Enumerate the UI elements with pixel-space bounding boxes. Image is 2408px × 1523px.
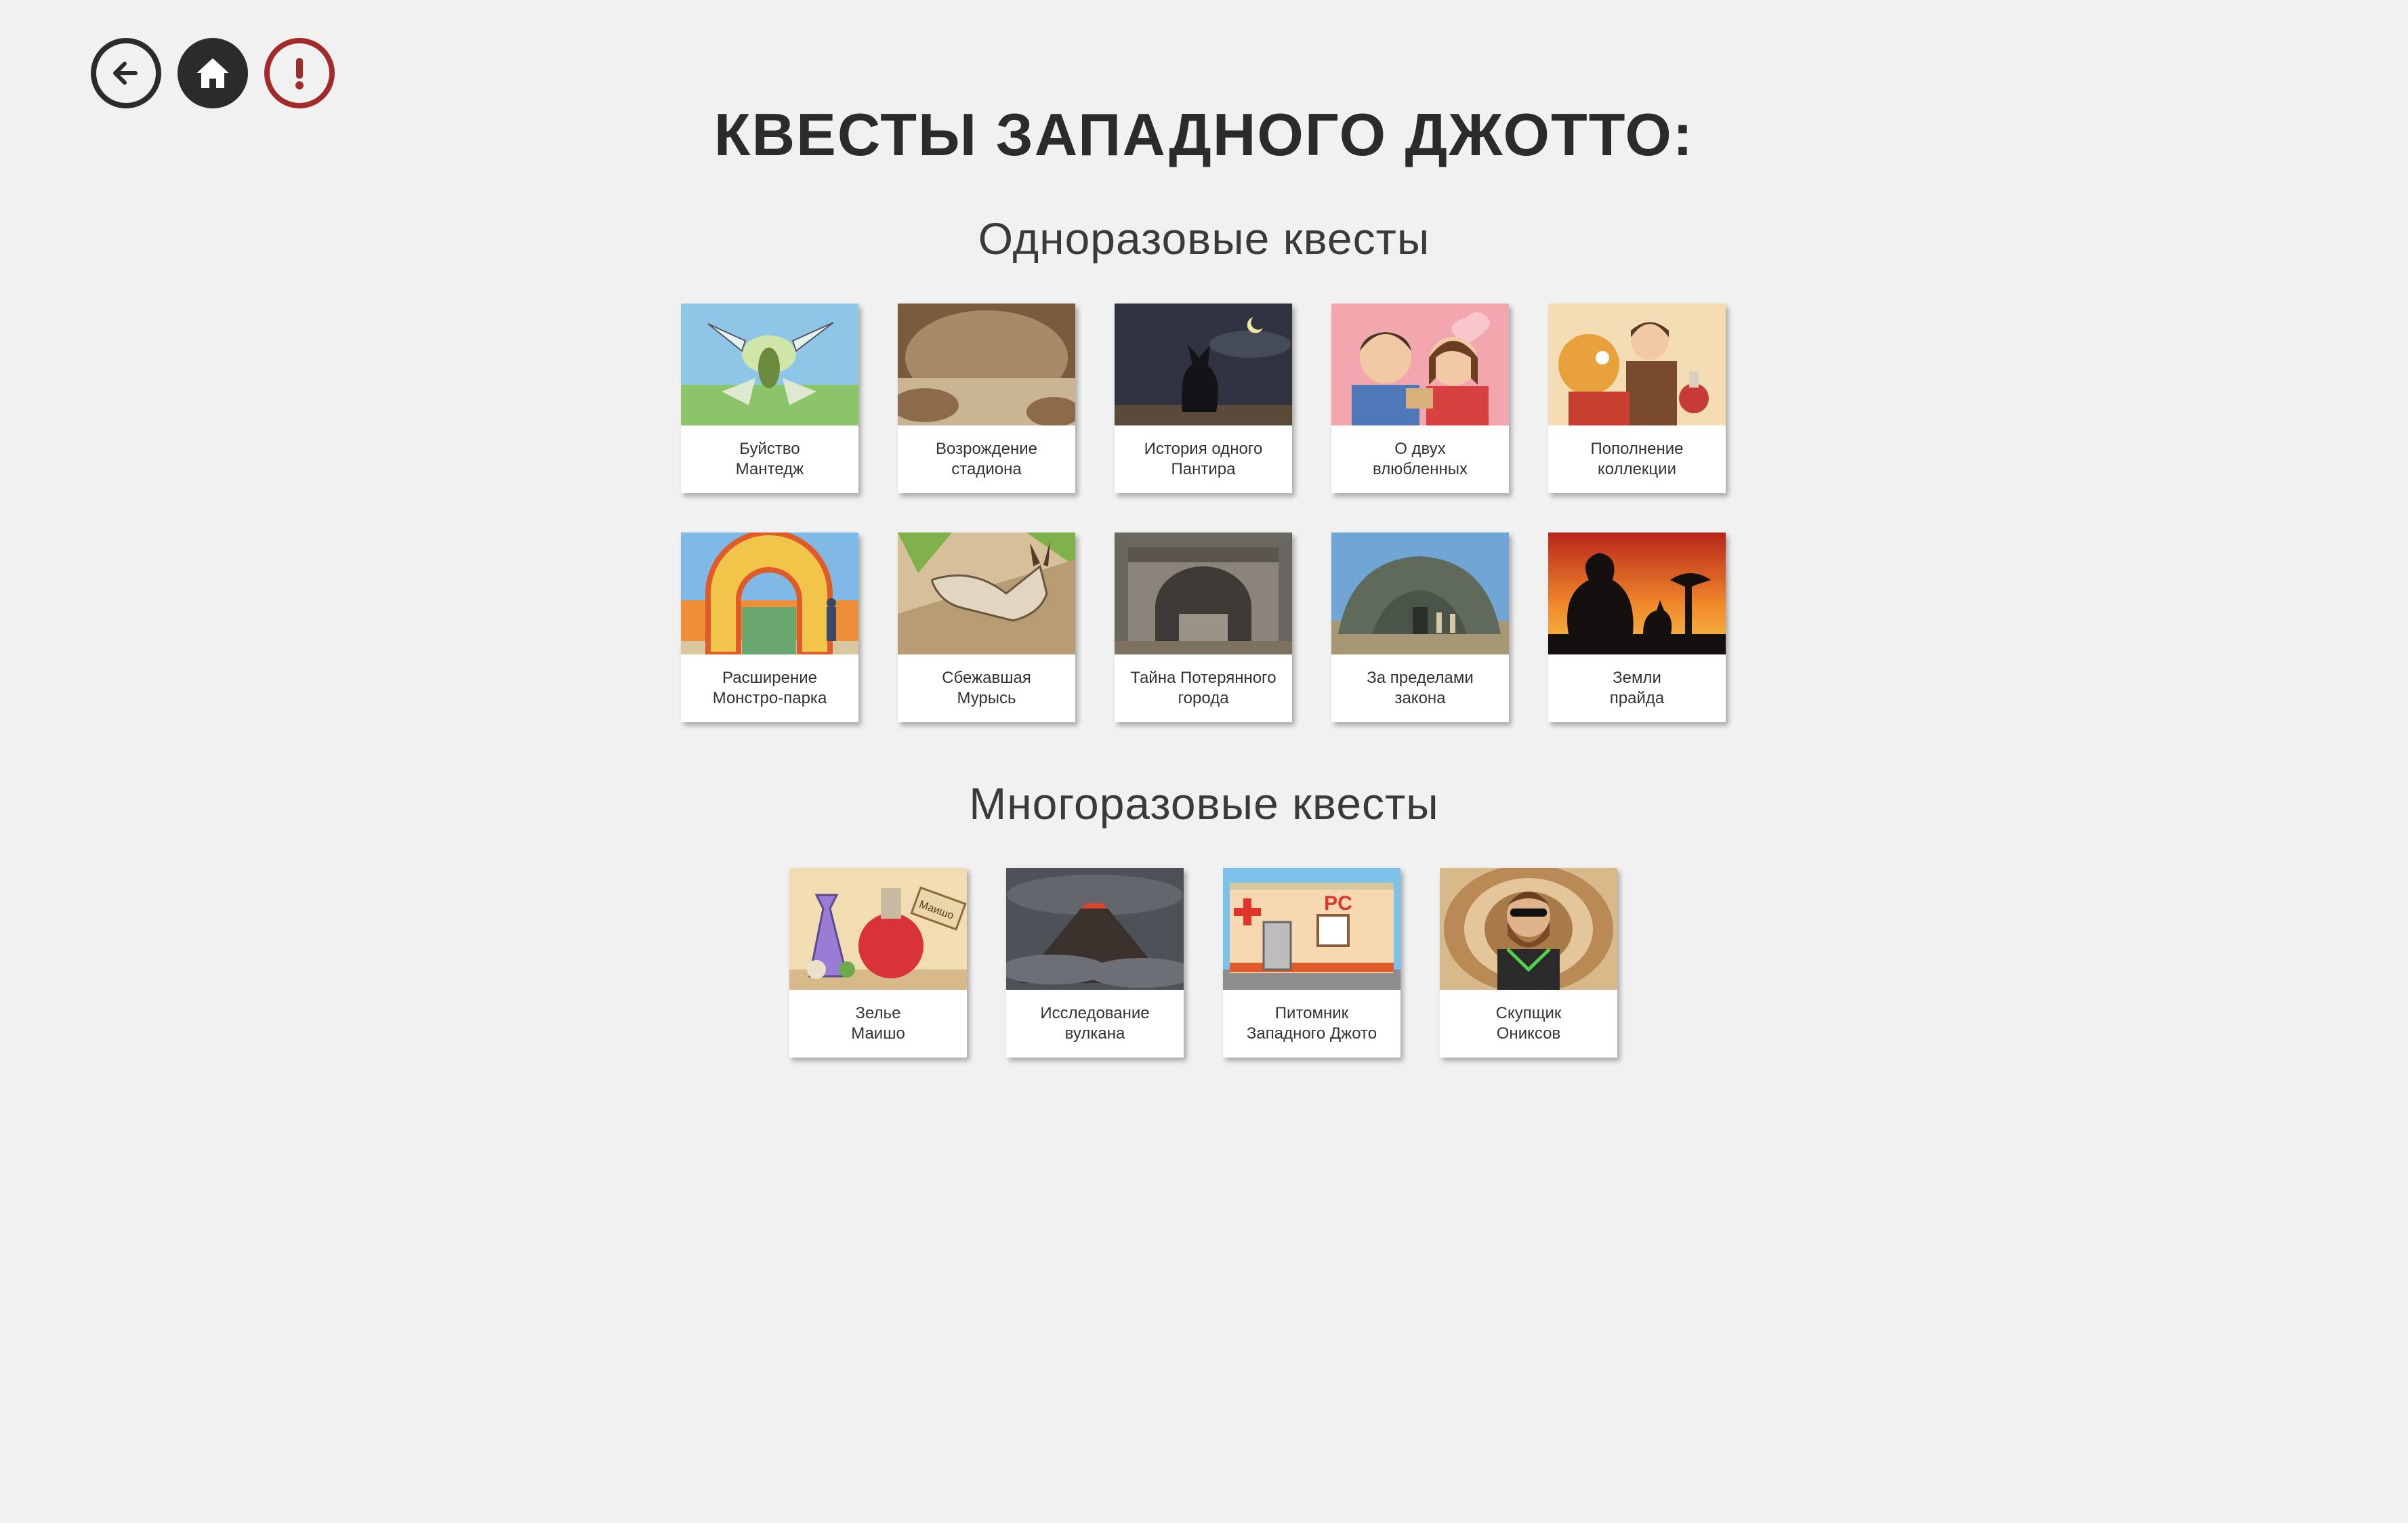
quest-card[interactable]: Расширение Монстро-парка	[681, 533, 858, 722]
quest-title-line2: Западного Джото	[1246, 1024, 1377, 1043]
quest-card[interactable]: За пределами закона	[1331, 533, 1509, 722]
quest-title-line2: Мурысь	[957, 689, 1016, 707]
quest-title-line1: Зелье	[855, 1004, 901, 1022]
quest-title-line2: коллекции	[1597, 460, 1676, 478]
quest-thumbnail: Маишо	[789, 868, 967, 990]
quest-title-line1: Тайна Потерянного	[1130, 669, 1276, 687]
quest-title-line2: вулкана	[1064, 1024, 1125, 1043]
quest-thumbnail	[1548, 533, 1726, 654]
home-button[interactable]	[178, 38, 248, 108]
quest-title-line1: О двух	[1394, 440, 1446, 458]
quest-thumbnail	[681, 533, 858, 654]
quest-thumbnail	[898, 304, 1075, 425]
quest-title-line2: стадиона	[951, 460, 1022, 478]
quest-thumbnail	[1006, 868, 1184, 990]
quest-title-line1: Скупщик	[1495, 1004, 1562, 1022]
quest-thumbnail	[1115, 533, 1292, 654]
quest-card[interactable]: О двух влюбленных	[1331, 304, 1509, 493]
quest-card[interactable]: Тайна Потерянного города	[1115, 533, 1292, 722]
quest-thumbnail	[1115, 304, 1292, 425]
quest-card[interactable]: Земли прайда	[1548, 533, 1726, 722]
quest-title-line2: Монстро-парка	[712, 689, 827, 707]
quest-title-line2: закона	[1394, 689, 1446, 707]
quest-thumbnail	[681, 304, 858, 425]
quest-thumbnail	[1331, 304, 1509, 425]
quest-title-line2: влюбленных	[1373, 460, 1468, 478]
home-icon	[196, 58, 229, 88]
quest-title-line2: Пантира	[1171, 460, 1236, 478]
quest-title-line1: За пределами	[1367, 669, 1474, 687]
quest-title-line1: Сбежавшая	[942, 669, 1031, 687]
page-title: КВЕСТЫ ЗАПАДНОГО ДЖОТТО:	[713, 101, 1695, 168]
arrow-left-icon	[113, 62, 138, 85]
section-title-one-time: Одноразовые квесты	[978, 213, 1430, 264]
quest-card[interactable]: Пополнение коллекции	[1548, 304, 1726, 493]
quest-card[interactable]: Маишо Зелье Маишо	[789, 868, 967, 1058]
quest-title-line1: Пополнение	[1590, 440, 1684, 458]
pc-sign-text: PC	[1324, 892, 1352, 915]
quest-title-line2: Мантедж	[735, 460, 804, 478]
quest-card[interactable]: Скупщик Ониксов	[1440, 868, 1617, 1058]
section-title-repeatable: Многоразовые квесты	[969, 778, 1439, 829]
quest-card[interactable]: Возрождение стадиона	[898, 304, 1075, 493]
back-button[interactable]	[91, 38, 161, 108]
quest-title-line1: Возрождение	[936, 440, 1037, 458]
quest-thumbnail	[1331, 533, 1509, 654]
quest-title-line2: Маишо	[851, 1024, 905, 1043]
quest-title-line2: прайда	[1609, 689, 1665, 707]
quest-thumbnail	[898, 533, 1075, 654]
quest-thumbnail	[1440, 868, 1617, 990]
quest-card[interactable]: Исследование вулкана	[1006, 868, 1184, 1058]
quest-card[interactable]: PC Питомник Западного Джото	[1223, 868, 1400, 1058]
quest-title-line1: Земли	[1613, 669, 1661, 687]
quest-title-line1: Питомник	[1274, 1004, 1349, 1022]
quest-title-line1: Буйство	[739, 440, 800, 458]
one-time-quests-grid: Буйство Мантедж Возрождение стадиона Истор…	[681, 304, 1726, 722]
exclamation-icon	[295, 58, 304, 89]
quest-title-line1: Исследование	[1040, 1004, 1150, 1022]
alert-button[interactable]	[264, 38, 335, 108]
quest-title-line2: города	[1178, 689, 1229, 707]
quest-thumbnail: PC	[1223, 868, 1400, 990]
quest-card[interactable]: Сбежавшая Мурысь	[898, 533, 1075, 722]
quest-title-line1: Расширение	[722, 669, 817, 687]
quest-card[interactable]: История одного Пантира	[1115, 304, 1292, 493]
repeatable-quests-grid: Маишо Зелье Маишо Исследование вулкана PC …	[789, 868, 1617, 1058]
top-nav	[91, 38, 335, 108]
quest-title-line2: Ониксов	[1496, 1024, 1561, 1043]
quest-thumbnail	[1548, 304, 1726, 425]
quest-card[interactable]: Буйство Мантедж	[681, 304, 858, 493]
quest-title-line1: История одного	[1144, 440, 1263, 458]
